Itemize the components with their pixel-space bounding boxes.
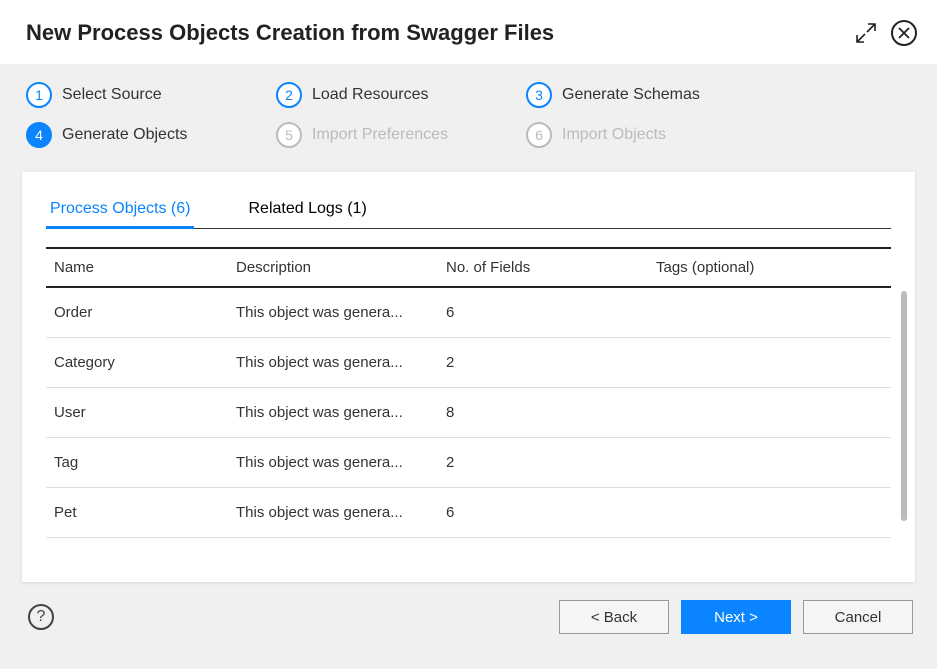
objects-table: Name Description No. of Fields Tags (opt… — [46, 247, 891, 538]
back-button[interactable]: < Back — [559, 600, 669, 634]
cancel-button[interactable]: Cancel — [803, 600, 913, 634]
wizard-stepper: 1 Select Source 2 Load Resources 3 Gener… — [0, 64, 937, 158]
step-label: Import Objects — [562, 126, 666, 144]
cell-description: This object was genera... — [236, 354, 436, 371]
tab-bar: Process Objects (6) Related Logs (1) — [46, 192, 891, 229]
col-header-name[interactable]: Name — [46, 259, 236, 276]
step-number: 5 — [276, 122, 302, 148]
cell-fields: 8 — [436, 404, 656, 421]
cell-description: This object was genera... — [236, 304, 436, 321]
step-number: 2 — [276, 82, 302, 108]
cell-fields: 6 — [436, 504, 656, 521]
cell-fields: 6 — [436, 304, 656, 321]
cell-tags — [656, 454, 891, 471]
step-import-objects: 6 Import Objects — [526, 122, 726, 148]
step-label: Import Preferences — [312, 126, 448, 144]
next-button[interactable]: Next > — [681, 600, 791, 634]
step-number: 4 — [26, 122, 52, 148]
cell-name: User — [46, 404, 236, 421]
step-label: Generate Schemas — [562, 86, 700, 104]
scrollbar[interactable] — [901, 291, 907, 521]
cell-name: Order — [46, 304, 236, 321]
col-header-description[interactable]: Description — [236, 259, 436, 276]
step-label: Select Source — [62, 86, 162, 104]
step-number: 3 — [526, 82, 552, 108]
help-icon[interactable]: ? — [28, 604, 54, 630]
table-row[interactable]: Tag This object was genera... 2 — [46, 438, 891, 488]
col-header-fields[interactable]: No. of Fields — [436, 259, 656, 276]
table-row[interactable]: Category This object was genera... 2 — [46, 338, 891, 388]
cell-fields: 2 — [436, 354, 656, 371]
step-label: Load Resources — [312, 86, 429, 104]
step-select-source[interactable]: 1 Select Source — [26, 82, 226, 108]
cell-name: Category — [46, 354, 236, 371]
cell-description: This object was genera... — [236, 404, 436, 421]
step-import-preferences: 5 Import Preferences — [276, 122, 476, 148]
table-wrapper: Name Description No. of Fields Tags (opt… — [46, 247, 891, 538]
footer-buttons: < Back Next > Cancel — [559, 600, 913, 634]
tab-related-logs[interactable]: Related Logs (1) — [244, 192, 370, 228]
dialog-header: New Process Objects Creation from Swagge… — [0, 0, 937, 64]
cell-fields: 2 — [436, 454, 656, 471]
step-generate-schemas[interactable]: 3 Generate Schemas — [526, 82, 726, 108]
table-row[interactable]: User This object was genera... 8 — [46, 388, 891, 438]
step-number: 1 — [26, 82, 52, 108]
step-number: 6 — [526, 122, 552, 148]
expand-icon[interactable] — [853, 20, 879, 46]
table-row[interactable]: Order This object was genera... 6 — [46, 288, 891, 338]
table-row[interactable]: Pet This object was genera... 6 — [46, 488, 891, 538]
col-header-tags[interactable]: Tags (optional) — [656, 259, 891, 276]
close-icon[interactable] — [891, 20, 917, 46]
step-label: Generate Objects — [62, 126, 187, 144]
cell-tags — [656, 304, 891, 321]
cell-tags — [656, 354, 891, 371]
cell-tags — [656, 504, 891, 521]
cell-description: This object was genera... — [236, 504, 436, 521]
step-load-resources[interactable]: 2 Load Resources — [276, 82, 476, 108]
cell-name: Pet — [46, 504, 236, 521]
table-header: Name Description No. of Fields Tags (opt… — [46, 247, 891, 288]
step-generate-objects[interactable]: 4 Generate Objects — [26, 122, 226, 148]
tab-process-objects[interactable]: Process Objects (6) — [46, 192, 194, 228]
content-panel: Process Objects (6) Related Logs (1) Nam… — [22, 172, 915, 582]
cell-description: This object was genera... — [236, 454, 436, 471]
cell-name: Tag — [46, 454, 236, 471]
dialog-title: New Process Objects Creation from Swagge… — [26, 20, 554, 46]
cell-tags — [656, 404, 891, 421]
header-controls — [853, 20, 917, 46]
dialog-footer: ? < Back Next > Cancel — [0, 582, 937, 634]
